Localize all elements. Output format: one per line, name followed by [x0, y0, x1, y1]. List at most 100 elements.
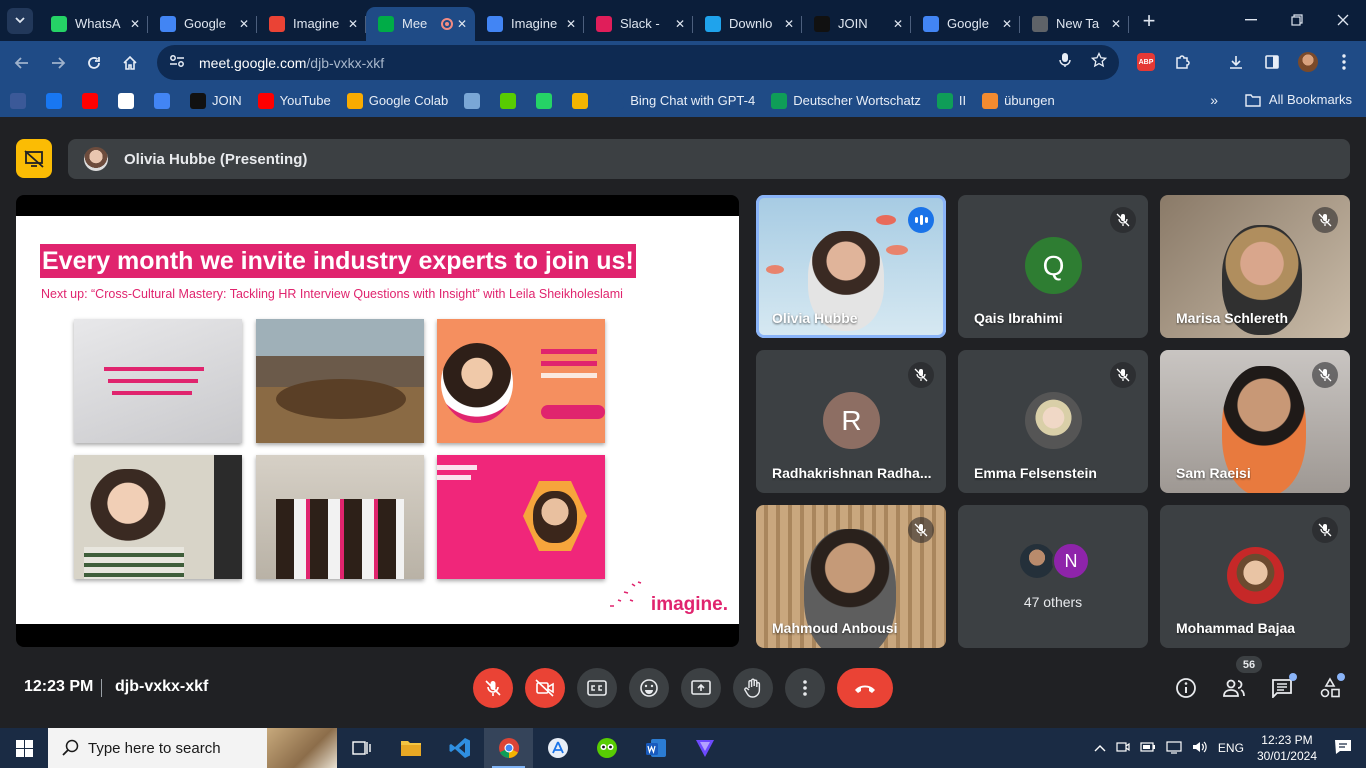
- close-tab-icon[interactable]: ✕: [239, 17, 249, 31]
- home-button[interactable]: [112, 45, 148, 81]
- adblock-plus-icon[interactable]: ABP: [1132, 48, 1160, 76]
- close-tab-icon[interactable]: ✕: [130, 17, 140, 31]
- file-explorer-app[interactable]: [386, 728, 435, 768]
- menu-kebab-icon[interactable]: [1330, 48, 1358, 76]
- tile-marisa-schlereth[interactable]: Marisa Schlereth: [1160, 195, 1350, 338]
- tile-emma-felsenstein[interactable]: Emma Felsenstein: [958, 350, 1148, 493]
- microphone-icon[interactable]: [1059, 52, 1071, 73]
- restore-button[interactable]: [1274, 0, 1320, 40]
- new-tab-button[interactable]: +: [1135, 7, 1163, 35]
- bookmark-item[interactable]: [10, 92, 32, 109]
- side-panel-icon[interactable]: [1258, 48, 1286, 76]
- tile-mahmoud-anbousi[interactable]: Mahmoud Anbousi: [756, 505, 946, 648]
- more-options-button[interactable]: [785, 668, 825, 708]
- close-window-button[interactable]: [1320, 0, 1366, 40]
- bookmark-item[interactable]: Deutscher Wortschatz: [771, 92, 921, 109]
- minimize-button[interactable]: [1228, 0, 1274, 40]
- shared-screen[interactable]: Every month we invite industry experts t…: [16, 195, 739, 647]
- bookmark-item[interactable]: II: [936, 92, 966, 109]
- presenter-label: Olivia Hubbe (Presenting): [124, 150, 308, 168]
- notifications-icon[interactable]: [1334, 739, 1352, 758]
- microphone-toggle-button[interactable]: [473, 668, 513, 708]
- profile-avatar[interactable]: [1294, 48, 1322, 76]
- bookmark-item[interactable]: Google Colab: [346, 92, 448, 109]
- close-tab-icon[interactable]: ✕: [1002, 17, 1012, 31]
- reload-button[interactable]: [76, 45, 112, 81]
- bookmark-item[interactable]: [82, 92, 104, 109]
- browser-tab[interactable]: Slack - ✕: [584, 7, 693, 41]
- meet-now-icon[interactable]: [1116, 740, 1130, 757]
- close-tab-icon[interactable]: ✕: [893, 17, 903, 31]
- browser-tab[interactable]: WhatsA ✕: [39, 7, 148, 41]
- network-icon[interactable]: [1166, 740, 1182, 757]
- duolingo-app[interactable]: [582, 728, 631, 768]
- chat-button[interactable]: [1269, 673, 1297, 701]
- raise-hand-button[interactable]: [733, 668, 773, 708]
- browser-tab[interactable]: JOIN ✕: [802, 7, 911, 41]
- forward-button[interactable]: [40, 45, 76, 81]
- browser-tab[interactable]: Google ✕: [911, 7, 1020, 41]
- browser-tab[interactable]: Google ✕: [148, 7, 257, 41]
- bookmark-item[interactable]: [46, 92, 68, 109]
- browser-tab[interactable]: New Ta ✕: [1020, 7, 1129, 41]
- bookmark-item[interactable]: [154, 92, 176, 109]
- bookmark-item[interactable]: [572, 92, 594, 109]
- volume-icon[interactable]: [1192, 740, 1208, 757]
- bookmark-item[interactable]: [464, 92, 486, 109]
- close-tab-icon[interactable]: ✕: [1111, 17, 1121, 31]
- all-bookmarks-button[interactable]: All Bookmarks: [1245, 92, 1352, 107]
- browser-tab[interactable]: Mee ✕: [366, 6, 475, 41]
- present-now-button[interactable]: [681, 668, 721, 708]
- bookmark-star-icon[interactable]: [1090, 51, 1108, 73]
- address-bar[interactable]: meet.google.com/djb-vxkx-xkf: [157, 45, 1119, 80]
- bookmark-item[interactable]: [500, 92, 522, 109]
- close-tab-icon[interactable]: ✕: [566, 17, 576, 31]
- meeting-details-button[interactable]: [1173, 675, 1199, 701]
- bookmark-item[interactable]: [536, 92, 558, 109]
- tile-radhakrishnan[interactable]: R Radhakrishnan Radha...: [756, 350, 946, 493]
- bookmark-item[interactable]: YouTube: [257, 92, 331, 109]
- vscode-app[interactable]: [435, 728, 484, 768]
- stop-presenting-button[interactable]: [16, 139, 52, 178]
- site-info-icon[interactable]: [169, 54, 185, 71]
- browser-tab[interactable]: Imagine ✕: [475, 7, 584, 41]
- captions-button[interactable]: [577, 668, 617, 708]
- close-tab-icon[interactable]: ✕: [348, 17, 358, 31]
- browser-tab[interactable]: Imagine ✕: [257, 7, 366, 41]
- clock[interactable]: 12:23 PM 30/01/2024: [1257, 732, 1317, 764]
- close-tab-icon[interactable]: ✕: [457, 17, 467, 31]
- close-tab-icon[interactable]: ✕: [784, 17, 794, 31]
- tile-mohammad-bajaa[interactable]: Mohammad Bajaa: [1160, 505, 1350, 648]
- vpn-app[interactable]: [680, 728, 729, 768]
- close-tab-icon[interactable]: ✕: [675, 17, 685, 31]
- bookmark-item[interactable]: JOIN: [190, 92, 242, 109]
- tile-qais-ibrahimi[interactable]: Q Qais Ibrahimi: [958, 195, 1148, 338]
- extensions-icon[interactable]: [1168, 48, 1196, 76]
- chrome-app[interactable]: [484, 728, 533, 768]
- start-button[interactable]: [0, 728, 48, 768]
- bookmark-item[interactable]: Bing Chat with GPT-4: [608, 92, 755, 109]
- app-store-app[interactable]: [533, 728, 582, 768]
- activities-button[interactable]: [1317, 673, 1345, 701]
- taskbar-search[interactable]: Type here to search: [48, 728, 337, 768]
- task-view-button[interactable]: [337, 728, 386, 768]
- leave-call-button[interactable]: [837, 668, 893, 708]
- camera-toggle-button[interactable]: [525, 668, 565, 708]
- people-button[interactable]: [1221, 675, 1247, 701]
- word-app[interactable]: [631, 728, 680, 768]
- battery-icon[interactable]: [1140, 741, 1156, 756]
- tab-search-button[interactable]: [7, 7, 33, 34]
- back-button[interactable]: [4, 45, 40, 81]
- download-icon[interactable]: [1222, 48, 1250, 76]
- show-hidden-icons[interactable]: [1094, 741, 1106, 755]
- reactions-button[interactable]: [629, 668, 669, 708]
- language-indicator[interactable]: ENG: [1218, 741, 1244, 755]
- more-bookmarks-button[interactable]: »: [1210, 92, 1218, 108]
- tile-sam-raeisi[interactable]: Sam Raeisi: [1160, 350, 1350, 493]
- tile-others[interactable]: N 47 others: [958, 505, 1148, 648]
- tile-olivia-hubbe[interactable]: Olivia Hubbe: [756, 195, 946, 338]
- browser-tab[interactable]: Downlo ✕: [693, 7, 802, 41]
- bookmark-item[interactable]: übungen: [982, 92, 1055, 109]
- bookmark-item[interactable]: [118, 92, 140, 109]
- task-view-icon: [351, 741, 371, 755]
